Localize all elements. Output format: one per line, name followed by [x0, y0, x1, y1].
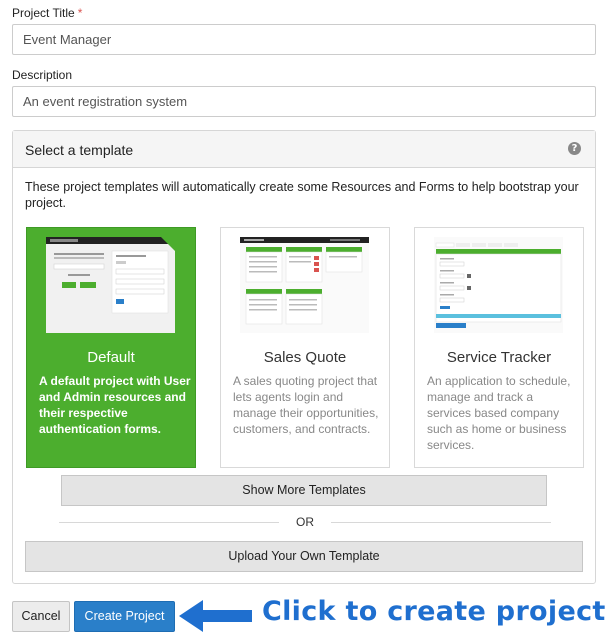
question-circle-icon[interactable]: ? [568, 142, 581, 155]
description-label: Description [12, 68, 73, 82]
template-intro-text: These project templates will automatical… [25, 180, 579, 210]
service-tracker-template-thumbnail [434, 237, 563, 333]
default-template-thumbnail [46, 237, 175, 333]
project-title-input[interactable]: Event Manager [12, 24, 596, 55]
upload-template-button[interactable]: Upload Your Own Template [25, 541, 583, 572]
template-panel-title: Select a template [25, 142, 134, 158]
template-description: A sales quoting project that lets agents… [233, 374, 379, 436]
project-title-label: Project Title * [12, 6, 83, 20]
template-description: A default project with User and Admin re… [39, 374, 191, 436]
template-name: Service Tracker [446, 349, 552, 366]
template-card-default[interactable]: Default A default project with User and … [26, 227, 196, 468]
divider-right [331, 522, 551, 523]
annotation-callout: Click to create project. [262, 596, 605, 627]
show-more-templates-button[interactable]: Show More Templates [61, 475, 547, 506]
template-card-sales-quote[interactable]: Sales Quote A sales quoting project that… [220, 227, 390, 468]
sales-quote-template-thumbnail [240, 237, 369, 333]
required-mark: * [77, 6, 83, 20]
template-name: Sales Quote [263, 349, 347, 366]
create-project-button[interactable]: Create Project [74, 601, 175, 632]
template-description: An application to schedule, manage and t… [427, 374, 571, 452]
template-name: Default [87, 349, 135, 366]
description-input[interactable]: An event registration system [12, 86, 596, 117]
template-card-service-tracker[interactable]: Service Tracker An application to schedu… [414, 227, 584, 468]
left-arrow-icon [179, 600, 252, 632]
template-panel: Select a template ? These project templa… [12, 130, 596, 584]
template-panel-header: Select a template ? [13, 131, 595, 168]
cancel-button[interactable]: Cancel [12, 601, 70, 632]
